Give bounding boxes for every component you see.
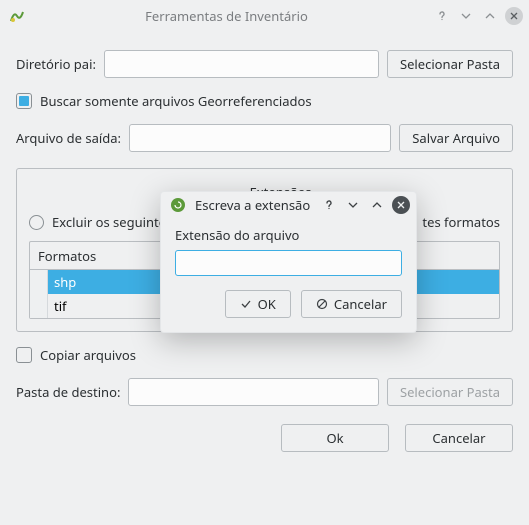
cancel-icon: [316, 298, 328, 310]
extension-field-label: Extensão do arquivo: [175, 226, 402, 244]
check-icon: [240, 298, 252, 310]
help-icon[interactable]: [320, 196, 338, 214]
close-icon: [392, 196, 410, 214]
extension-dialog: Escreva a extensão Extensão do arquivo O…: [160, 191, 417, 333]
dialog-close-button[interactable]: [392, 196, 410, 214]
chevron-down-icon[interactable]: [344, 196, 362, 214]
chevron-up-icon[interactable]: [368, 196, 386, 214]
extension-input[interactable]: [175, 250, 402, 276]
dialog-cancel-button[interactable]: Cancelar: [301, 290, 402, 318]
app-logo-icon: [169, 196, 187, 214]
dialog-title: Escreva a extensão: [195, 196, 314, 214]
dialog-ok-button[interactable]: OK: [225, 290, 291, 318]
